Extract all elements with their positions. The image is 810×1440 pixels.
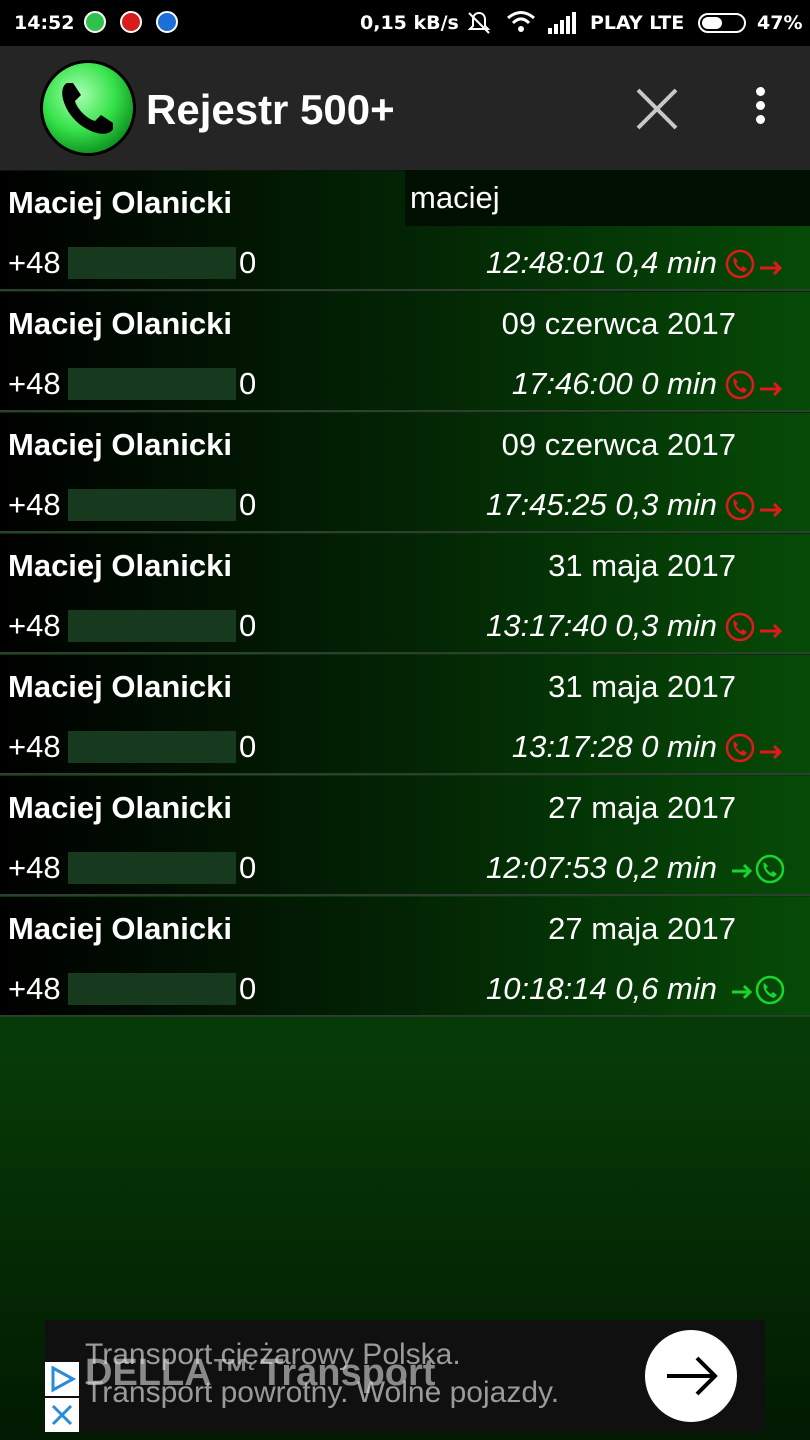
call-detail: 17:45:25 0,3 min — [486, 487, 717, 523]
call-date: 09 czerwca 2017 — [501, 427, 736, 462]
call-time: 17:45:25 — [486, 487, 607, 522]
status-time: 14:52 — [14, 12, 75, 34]
outgoing-call-icon — [725, 733, 783, 763]
contact-name: Maciej Olanicki — [8, 911, 232, 946]
ad-go-button[interactable] — [645, 1330, 737, 1422]
call-date: 09 czerwca 2017 — [501, 306, 736, 341]
call-type-indicator — [724, 732, 788, 764]
call-row[interactable]: Maciej Olanicki 27 maja 2017 +48 0 10:18:14 … — [0, 897, 810, 1017]
phone-redaction — [68, 368, 236, 400]
call-duration: 0 min — [641, 729, 717, 764]
phone-suffix: 0 — [239, 487, 257, 522]
notification-red-icon — [120, 11, 142, 33]
call-row[interactable]: Maciej Olanicki 09 czerwca 2017 +48 0 17:46:… — [0, 292, 810, 412]
phone-suffix: 0 — [239, 245, 257, 280]
incoming-call-icon — [732, 854, 785, 884]
phone-handset-icon — [40, 60, 136, 156]
call-date: 31 maja 2017 — [548, 669, 736, 704]
app-title: Rejestr 500+ — [146, 86, 395, 133]
call-detail: 12:07:53 0,2 min — [486, 850, 717, 886]
outgoing-call-icon — [725, 491, 783, 521]
carrier: PLAY LTE — [590, 12, 685, 34]
call-duration: 0 min — [641, 366, 717, 401]
phone-suffix: 0 — [239, 608, 257, 643]
phone-prefix: +48 — [8, 245, 61, 280]
contact-name: Maciej Olanicki — [8, 306, 232, 341]
phone-redaction — [68, 731, 236, 763]
wifi-icon — [507, 11, 535, 32]
outgoing-call-icon — [725, 249, 783, 279]
call-type-indicator — [724, 248, 788, 280]
whatsapp-icon — [84, 11, 106, 33]
call-type-indicator — [724, 974, 788, 1006]
battery-icon — [698, 13, 746, 33]
call-row[interactable]: Maciej Olanicki 31 maja 2017 +48 0 13:17:40 … — [0, 534, 810, 654]
call-row[interactable]: Maciej Olanicki 27 maja 2017 +48 0 12:07:53 … — [0, 776, 810, 896]
call-time: 13:17:40 — [486, 608, 607, 643]
call-detail: 12:48:01 0,4 min — [486, 245, 717, 281]
call-duration: 0,4 min — [615, 245, 717, 280]
call-date: 31 maja 2017 — [548, 548, 736, 583]
phone-prefix: +48 — [8, 366, 61, 401]
call-duration: 0,6 min — [615, 971, 717, 1006]
phone-suffix: 0 — [239, 850, 257, 885]
contact-name: Maciej Olanicki — [8, 185, 232, 220]
phone-prefix: +48 — [8, 487, 61, 522]
phone-prefix: +48 — [8, 729, 61, 764]
status-bar: 14:52 0,15 kB/s PLAY LTE 47% — [0, 0, 810, 46]
muted-bell-icon — [467, 11, 491, 34]
ad-close-icon[interactable] — [45, 1398, 79, 1432]
call-type-indicator — [724, 490, 788, 522]
outgoing-call-icon — [725, 370, 783, 400]
phone-suffix: 0 — [239, 729, 257, 764]
call-detail: 13:17:28 0 min — [512, 729, 717, 765]
close-icon — [636, 88, 678, 130]
call-type-indicator — [724, 853, 788, 885]
battery-percent: 47% — [757, 12, 803, 34]
phone-prefix: +48 — [8, 850, 61, 885]
call-type-indicator — [724, 611, 788, 643]
arrow-right-icon — [667, 1356, 718, 1396]
adchoices-icon[interactable] — [45, 1362, 79, 1396]
call-row[interactable]: Maciej Olanicki 09 czerwca 2017 +48 0 17:45:… — [0, 413, 810, 533]
phone-prefix: +48 — [8, 971, 61, 1006]
contact-name: Maciej Olanicki — [8, 790, 232, 825]
phone-redaction — [68, 973, 236, 1005]
call-duration: 0,3 min — [615, 487, 717, 522]
ad-brand: DELLA™ Transport — [85, 1352, 436, 1394]
phone-redaction — [68, 852, 236, 884]
call-row[interactable]: Maciej Olanicki 31 maja 2017 +48 0 13:17:28 … — [0, 655, 810, 775]
call-time: 12:48:01 — [486, 245, 607, 280]
phone-prefix: +48 — [8, 608, 61, 643]
call-detail: 17:46:00 0 min — [512, 366, 717, 402]
phone-redaction — [68, 489, 236, 521]
call-time: 17:46:00 — [511, 366, 633, 401]
more-vert-icon[interactable] — [745, 84, 775, 134]
outgoing-call-icon — [725, 612, 783, 642]
ad-banner[interactable]: Transport ciężarowy Polska. Transport po… — [45, 1320, 765, 1432]
data-rate: 0,15 kB/s — [360, 12, 459, 34]
call-detail: 13:17:40 0,3 min — [486, 608, 717, 644]
contact-name: Maciej Olanicki — [8, 548, 232, 583]
call-time: 10:18:14 — [486, 971, 607, 1006]
call-date: 27 maja 2017 — [548, 911, 736, 946]
close-button[interactable] — [632, 84, 682, 134]
search-input[interactable] — [405, 170, 810, 226]
call-time: 12:07:53 — [486, 850, 607, 885]
incoming-call-icon — [732, 975, 785, 1005]
phone-redaction — [68, 247, 236, 279]
phone-redaction — [68, 610, 236, 642]
contact-name: Maciej Olanicki — [8, 427, 232, 462]
call-time: 13:17:28 — [511, 729, 633, 764]
call-date: 27 maja 2017 — [548, 790, 736, 825]
call-duration: 0,3 min — [615, 608, 717, 643]
call-detail: 10:18:14 0,6 min — [486, 971, 717, 1007]
phone-suffix: 0 — [239, 971, 257, 1006]
phone-notification-icon — [156, 11, 178, 33]
signal-icon — [548, 12, 576, 34]
call-duration: 0,2 min — [615, 850, 717, 885]
phone-suffix: 0 — [239, 366, 257, 401]
call-type-indicator — [724, 369, 788, 401]
contact-name: Maciej Olanicki — [8, 669, 232, 704]
